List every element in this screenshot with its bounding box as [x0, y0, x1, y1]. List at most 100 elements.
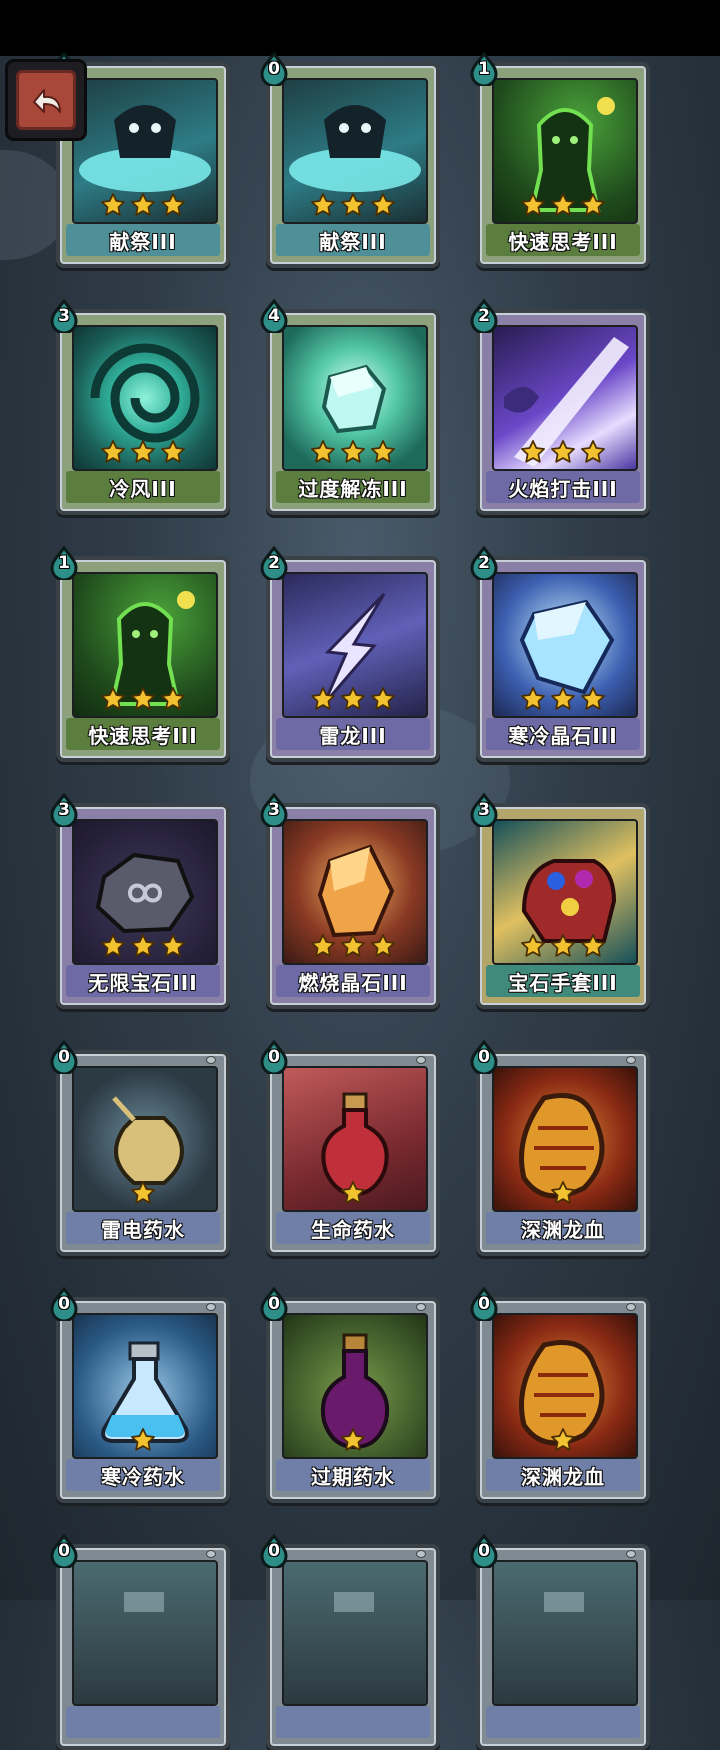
mana-cost-value: 2 [268, 553, 280, 573]
star-rating [480, 933, 646, 961]
star-rating [270, 1427, 436, 1455]
card-name: 深渊龙血 [486, 1212, 640, 1244]
mana-cost-value: 3 [268, 800, 280, 820]
card-name: 快速思考III [486, 224, 640, 256]
star-icon [341, 440, 365, 463]
star-icon [131, 1181, 155, 1204]
card-name: 献祭III [276, 224, 430, 256]
card-name: 快速思考III [66, 718, 220, 750]
star-icon [311, 934, 335, 957]
star-icon [131, 1428, 155, 1451]
star-icon [311, 193, 335, 216]
card[interactable]: 0 过期药水 [260, 1286, 440, 1503]
star-rating [480, 439, 646, 467]
star-icon [551, 687, 575, 710]
star-rating [270, 1180, 436, 1208]
card-name: 深渊龙血 [486, 1459, 640, 1491]
star-icon [371, 687, 395, 710]
mana-cost-badge: 3 [258, 792, 290, 829]
star-icon [161, 193, 185, 216]
card[interactable]: 0 深渊龙血 [470, 1039, 650, 1256]
card[interactable]: 3 冷风III [50, 298, 230, 515]
star-icon [371, 440, 395, 463]
star-icon [101, 687, 125, 710]
mana-cost-badge: 0 [258, 51, 290, 88]
card[interactable]: 3 宝石手套III [470, 792, 650, 1009]
star-icon [161, 934, 185, 957]
frame-rivet [626, 1303, 636, 1311]
mana-cost-value: 1 [58, 553, 70, 573]
back-button-face [16, 70, 76, 130]
card[interactable]: 0 [470, 1533, 650, 1750]
mana-cost-badge: 0 [468, 1533, 500, 1570]
card-name: 燃烧晶石III [276, 965, 430, 997]
card[interactable]: 0 寒冷药水 [50, 1286, 230, 1503]
mana-cost-badge: 0 [48, 1039, 80, 1076]
mana-cost-value: 0 [58, 1047, 70, 1067]
star-icon [551, 934, 575, 957]
card[interactable]: 0 [260, 1533, 440, 1750]
mana-cost-value: 0 [478, 1294, 490, 1314]
mana-cost-badge: 0 [48, 1286, 80, 1323]
star-icon [101, 440, 125, 463]
star-rating [60, 1180, 226, 1208]
mana-cost-value: 3 [58, 800, 70, 820]
card[interactable]: 3 燃烧晶石III [260, 792, 440, 1009]
frame-rivet [206, 1550, 216, 1558]
card-name: 生命药水 [276, 1212, 430, 1244]
mana-cost-value: 2 [478, 306, 490, 326]
star-icon [581, 934, 605, 957]
star-rating [60, 933, 226, 961]
star-icon [131, 934, 155, 957]
star-icon [131, 440, 155, 463]
card[interactable]: 0 生命药水 [260, 1039, 440, 1256]
mana-cost-badge: 3 [468, 792, 500, 829]
star-icon [581, 193, 605, 216]
card[interactable]: 2 寒冷晶石III [470, 545, 650, 762]
card-name [486, 1706, 640, 1738]
star-icon [101, 934, 125, 957]
star-rating [480, 192, 646, 220]
mana-cost-badge: 2 [468, 298, 500, 335]
card[interactable]: 0 [50, 1533, 230, 1750]
star-rating [60, 1427, 226, 1455]
star-icon [371, 934, 395, 957]
card-name: 寒冷药水 [66, 1459, 220, 1491]
frame-rivet [206, 1303, 216, 1311]
mana-cost-badge: 0 [258, 1286, 290, 1323]
mana-cost-badge: 0 [468, 1039, 500, 1076]
mana-cost-badge: 1 [468, 51, 500, 88]
star-icon [311, 687, 335, 710]
star-rating [60, 439, 226, 467]
card[interactable]: 4 过度解冻III [260, 298, 440, 515]
mana-cost-value: 2 [478, 553, 490, 573]
frame-rivet [416, 1550, 426, 1558]
back-button[interactable] [8, 62, 84, 138]
star-icon [161, 687, 185, 710]
star-icon [371, 193, 395, 216]
card[interactable]: 3 无限宝石III [50, 792, 230, 1009]
frame-rivet [416, 1056, 426, 1064]
card[interactable]: 0 深渊龙血 [470, 1286, 650, 1503]
star-rating [480, 1180, 646, 1208]
return-arrow-icon [33, 89, 61, 113]
mana-cost-badge: 3 [48, 298, 80, 335]
card-art-partial [544, 1592, 584, 1612]
card[interactable]: 1 快速思考III [50, 545, 230, 762]
card-grid: 献祭III 0 献祭III 1 快速思考III 3 冷风III 4 过度解冻II… [0, 0, 720, 1750]
mana-cost-value: 0 [268, 1541, 280, 1561]
card[interactable]: 2 火焰打击III [470, 298, 650, 515]
frame-rivet [416, 1303, 426, 1311]
star-icon [581, 687, 605, 710]
star-icon [341, 934, 365, 957]
card-art-partial [124, 1592, 164, 1612]
card[interactable]: 0 雷电药水 [50, 1039, 230, 1256]
star-icon [551, 1428, 575, 1451]
card[interactable]: 0 献祭III [260, 51, 440, 268]
star-icon [341, 687, 365, 710]
card[interactable]: 2 雷龙III [260, 545, 440, 762]
star-rating [270, 192, 436, 220]
star-icon [521, 934, 545, 957]
card[interactable]: 1 快速思考III [470, 51, 650, 268]
star-icon [551, 440, 575, 463]
